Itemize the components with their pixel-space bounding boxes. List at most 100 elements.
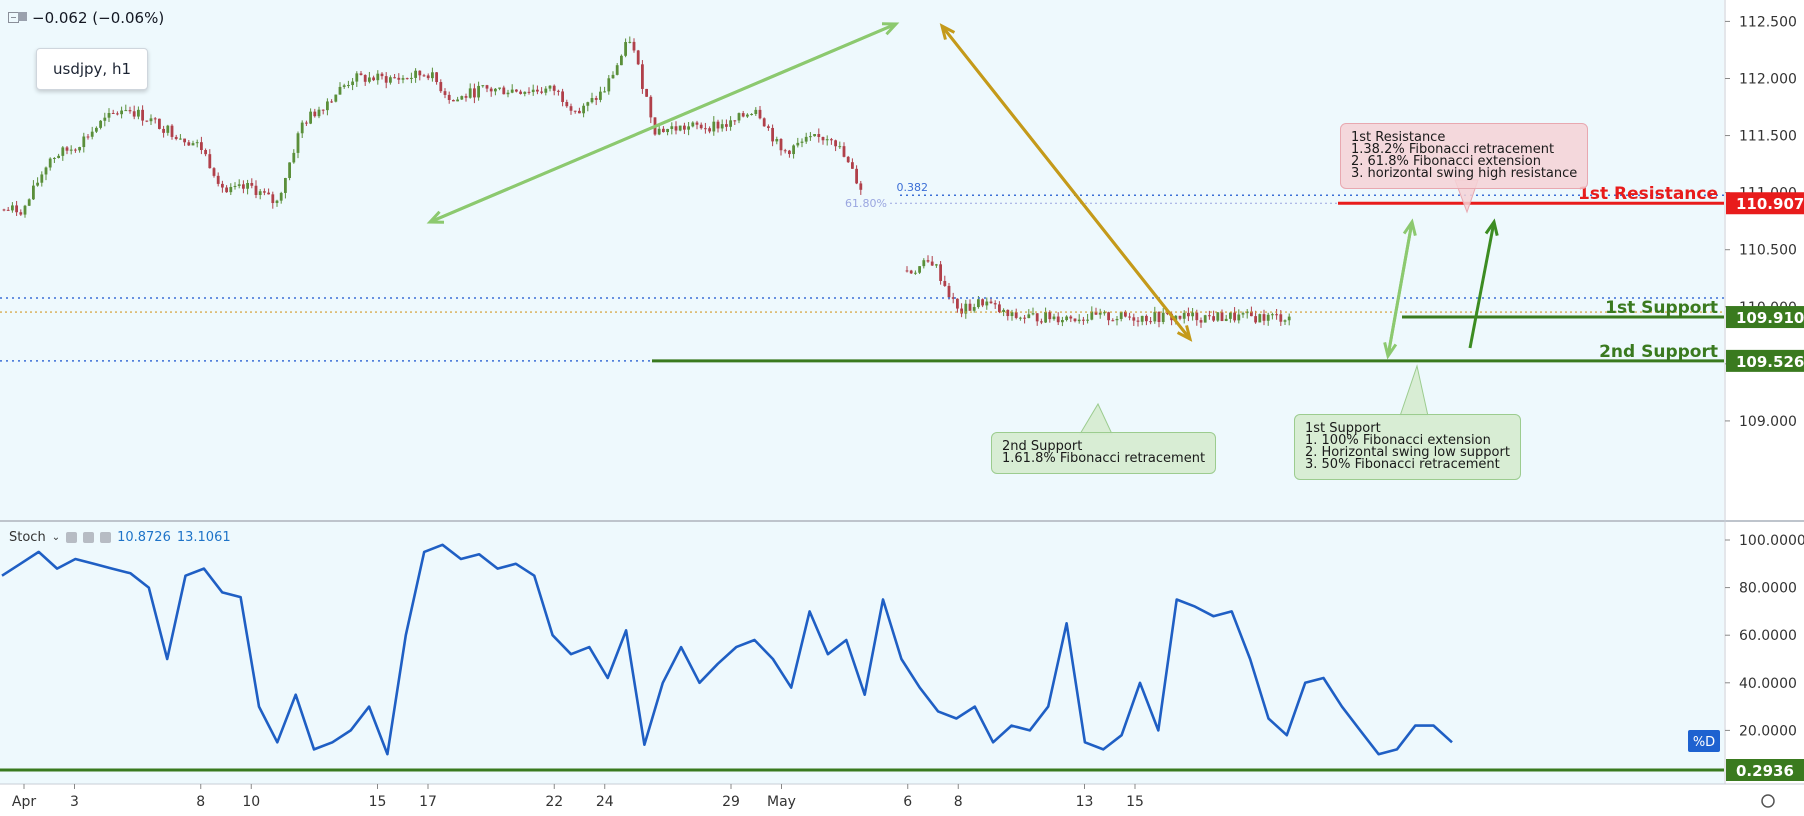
candle-body bbox=[414, 70, 417, 78]
time-tick-label: 29 bbox=[722, 794, 740, 810]
candle-body bbox=[132, 111, 136, 117]
candle-body bbox=[431, 72, 434, 79]
candle-body bbox=[939, 264, 942, 281]
candle-body bbox=[95, 127, 98, 132]
candle-body bbox=[758, 109, 762, 119]
gear-icon[interactable] bbox=[83, 532, 95, 543]
candle-body bbox=[636, 50, 640, 65]
candle-body bbox=[137, 109, 140, 117]
candle-body bbox=[1187, 312, 1190, 317]
candle-body bbox=[1010, 312, 1014, 317]
candle-body bbox=[670, 126, 674, 129]
candle-body bbox=[813, 134, 816, 137]
candle-body bbox=[334, 94, 338, 102]
candle-body bbox=[439, 82, 443, 92]
candle-body bbox=[779, 139, 783, 151]
candle-body bbox=[960, 308, 963, 314]
candle-body bbox=[494, 88, 497, 92]
chevron-down-icon[interactable]: ⌄ bbox=[52, 532, 60, 543]
support2-note: 2nd Support 1.61.8% Fibonacci retracemen… bbox=[991, 432, 1217, 474]
candle-body bbox=[208, 154, 212, 169]
candle-body bbox=[552, 85, 556, 91]
candle-body bbox=[1283, 320, 1287, 322]
candle-body bbox=[473, 88, 476, 98]
candle-body bbox=[523, 91, 527, 94]
candle-body bbox=[389, 77, 392, 83]
candle-body bbox=[288, 162, 291, 178]
stoch-value-d: 13.1061 bbox=[176, 530, 231, 545]
candle-body bbox=[103, 117, 107, 121]
candle-body bbox=[918, 266, 921, 273]
candle-body bbox=[477, 85, 480, 98]
candle-body bbox=[489, 88, 493, 92]
candle-body bbox=[69, 149, 73, 151]
candle-body bbox=[1006, 309, 1010, 317]
candle-body bbox=[720, 124, 724, 129]
price-tick-label: 112.500 bbox=[1739, 14, 1797, 30]
candle-body bbox=[498, 87, 501, 89]
candle-body bbox=[86, 136, 90, 138]
candle-body bbox=[1002, 309, 1005, 313]
chart-svg[interactable]: 1st Resistance 1st Support 2nd Support 0.38… bbox=[0, 0, 1804, 812]
candle-body bbox=[678, 125, 682, 131]
candle-body bbox=[1031, 313, 1035, 315]
candle-body bbox=[1061, 320, 1064, 323]
candle-body bbox=[1115, 318, 1119, 321]
candle-body bbox=[1145, 315, 1148, 322]
symbol-label[interactable]: usdjpy, h1 bbox=[36, 48, 148, 90]
candle-body bbox=[317, 109, 321, 117]
close-icon[interactable] bbox=[100, 532, 112, 543]
candle-body bbox=[57, 155, 60, 158]
stoch-name[interactable]: Stoch bbox=[9, 530, 46, 545]
candle-body bbox=[74, 149, 77, 151]
support2-price-badge: 109.526 bbox=[1736, 353, 1804, 371]
candle-body bbox=[1229, 312, 1232, 319]
candle-body bbox=[359, 73, 363, 76]
eye-icon[interactable] bbox=[66, 532, 78, 543]
stoch-series-label: %D bbox=[1693, 735, 1715, 750]
candle-body bbox=[615, 65, 619, 75]
candle-body bbox=[834, 140, 837, 147]
time-tick-label: 13 bbox=[1076, 794, 1094, 810]
candle-body bbox=[221, 183, 224, 188]
candle-body bbox=[825, 139, 829, 141]
candle-body bbox=[263, 191, 266, 193]
candle-body bbox=[687, 126, 690, 130]
candle-body bbox=[1157, 311, 1161, 322]
candle-body bbox=[44, 167, 48, 175]
candle-body bbox=[355, 73, 359, 82]
support2-label: 2nd Support bbox=[1599, 342, 1718, 362]
candle-body bbox=[582, 105, 585, 114]
stoch-baseline-badge: 0.2936 bbox=[1736, 762, 1794, 780]
candle-body bbox=[762, 118, 766, 127]
candle-body bbox=[65, 147, 69, 151]
candle-body bbox=[1279, 314, 1283, 322]
chart-window: 1st Resistance 1st Support 2nd Support 0.38… bbox=[0, 0, 1804, 812]
candle-body bbox=[405, 78, 409, 80]
candle-body bbox=[1065, 316, 1068, 321]
time-axis-bg bbox=[0, 784, 1804, 812]
candle-body bbox=[750, 113, 753, 115]
candle-body bbox=[1271, 314, 1274, 316]
stoch-header: Stoch ⌄ 10.8726 13.1061 bbox=[9, 530, 231, 545]
candle-body bbox=[771, 127, 774, 142]
candle-body bbox=[662, 128, 665, 133]
candle-body bbox=[830, 139, 833, 141]
candle-body bbox=[968, 303, 972, 311]
candle-body bbox=[78, 147, 81, 151]
time-tick-label: 10 bbox=[242, 794, 260, 810]
candle-body bbox=[212, 168, 216, 176]
time-tick-label: 17 bbox=[419, 794, 437, 810]
candle-body bbox=[935, 264, 938, 266]
candle-body bbox=[1107, 312, 1110, 321]
candle-body bbox=[330, 101, 333, 103]
candle-body bbox=[342, 85, 346, 87]
candle-body bbox=[271, 194, 275, 204]
candle-body bbox=[838, 146, 842, 148]
candle-body bbox=[422, 75, 426, 77]
candle-body bbox=[401, 78, 405, 80]
stoch-tick-label: 100.0000 bbox=[1739, 533, 1804, 549]
candle-body bbox=[733, 120, 737, 122]
candle-body bbox=[683, 125, 686, 130]
candle-body bbox=[1208, 315, 1211, 317]
